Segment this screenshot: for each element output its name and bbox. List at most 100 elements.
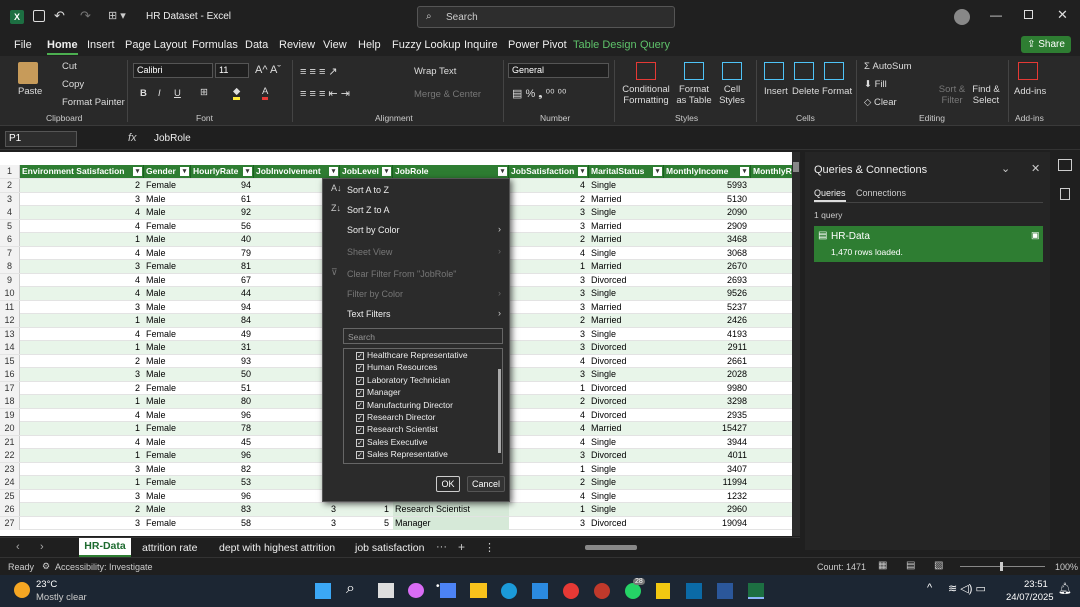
cell-q[interactable]: 1 — [509, 503, 587, 516]
row-header[interactable]: 17 — [0, 381, 20, 395]
align-top-icon[interactable]: ≡ ≡ ≡ ↗ — [300, 65, 338, 78]
header-environment-satisfaction[interactable]: Environment Satisfaction ▾ — [20, 165, 144, 178]
cell-m[interactable]: 84 — [191, 314, 253, 327]
app-icon[interactable] — [594, 583, 610, 599]
pinned-app-icon[interactable] — [686, 583, 702, 599]
word-icon[interactable] — [717, 583, 733, 599]
bold-icon[interactable]: B — [140, 88, 147, 99]
autosum-button[interactable]: Σ AutoSum — [864, 61, 912, 72]
row-header[interactable]: 23 — [0, 462, 20, 476]
cell-q[interactable]: 3 — [509, 341, 587, 354]
cell-r[interactable]: Single — [589, 179, 664, 192]
checkbox-checked-icon[interactable]: ✓ — [356, 438, 364, 447]
start-icon[interactable] — [315, 583, 331, 599]
whatsapp-icon[interactable] — [625, 583, 641, 599]
cell-r[interactable]: Married — [589, 233, 664, 246]
cell-s[interactable]: 3407 — [664, 463, 749, 476]
clear-button[interactable]: ◇ Clear — [864, 97, 897, 108]
row-header[interactable]: 16 — [0, 368, 20, 381]
cell-l[interactable]: Female — [144, 382, 191, 395]
row-header[interactable]: 1 — [0, 165, 20, 178]
filter-option[interactable]: ✓ Sales Representative — [356, 449, 448, 459]
grow-font-icon[interactable]: A^ Aˇ — [255, 64, 281, 76]
cell-r[interactable]: Divorced — [589, 395, 664, 408]
italic-icon[interactable]: I — [158, 88, 161, 99]
cell-s[interactable]: 3944 — [664, 436, 749, 449]
row-header[interactable]: 2 — [0, 179, 20, 192]
cell-p[interactable]: Manager — [393, 516, 509, 530]
paste-icon[interactable] — [18, 62, 38, 84]
cell-k[interactable]: 3 — [20, 368, 142, 381]
filter-dropdown-icon[interactable]: ▾ — [329, 167, 338, 176]
checkbox-checked-icon[interactable]: ✓ — [356, 351, 364, 360]
cell-r[interactable]: Single — [589, 247, 664, 260]
row-header[interactable]: 9 — [0, 273, 20, 287]
menu-home[interactable]: Home — [47, 39, 78, 55]
cell-m[interactable]: 45 — [191, 436, 253, 449]
sort-filter-button[interactable]: Sort & Filter — [934, 84, 970, 106]
font-name-select[interactable]: Calibri — [133, 63, 213, 78]
add-ins-button[interactable]: Add-ins — [1014, 86, 1046, 97]
format-painter-button[interactable]: Format Painter — [62, 97, 125, 108]
restore-icon[interactable] — [1024, 10, 1033, 19]
cell-k[interactable]: 4 — [20, 220, 142, 233]
text-filters[interactable]: Text Filters — [347, 309, 391, 319]
cell-s[interactable]: 15427 — [664, 422, 749, 435]
cell-m[interactable]: 31 — [191, 341, 253, 354]
cell-s[interactable]: 3298 — [664, 395, 749, 408]
cell-k[interactable]: 3 — [20, 260, 142, 273]
cell-m[interactable]: 58 — [191, 517, 253, 530]
cell-l[interactable]: Male — [144, 301, 191, 314]
cell-k[interactable]: 4 — [20, 409, 142, 422]
zoom-slider[interactable] — [960, 562, 1045, 571]
cell-s[interactable]: 19094 — [664, 517, 749, 530]
cell-q[interactable]: 4 — [509, 355, 587, 368]
cancel-button[interactable]: Cancel — [467, 476, 505, 492]
cell-r[interactable]: Married — [589, 260, 664, 273]
cell-l[interactable]: Male — [144, 355, 191, 368]
cell-r[interactable]: Married — [589, 193, 664, 206]
filter-dropdown-icon[interactable]: ▾ — [653, 167, 662, 176]
cell-q[interactable]: 1 — [509, 463, 587, 476]
cell-q[interactable]: 1 — [509, 382, 587, 395]
menu-review[interactable]: Review — [279, 39, 315, 51]
share-button[interactable]: ⇪ Share — [1021, 36, 1071, 53]
cell-m[interactable]: 49 — [191, 328, 253, 341]
cell-s[interactable]: 2090 — [664, 206, 749, 219]
power-bi-icon[interactable] — [656, 583, 670, 599]
insert-cells-icon[interactable] — [764, 62, 784, 80]
cell-l[interactable]: Male — [144, 368, 191, 381]
cell-q[interactable]: 4 — [509, 490, 587, 503]
cell-r[interactable]: Divorced — [589, 409, 664, 422]
cell-r[interactable]: Divorced — [589, 355, 664, 368]
more-sheets-icon[interactable]: ··· — [436, 541, 447, 553]
cell-l[interactable]: Male — [144, 193, 191, 206]
format-cells-icon[interactable] — [824, 62, 844, 80]
cell-m[interactable]: 61 — [191, 193, 253, 206]
row-header[interactable]: 22 — [0, 449, 20, 462]
add-sheet-icon[interactable]: + — [458, 540, 465, 554]
copy-button[interactable]: Copy — [62, 79, 84, 90]
filter-dropdown-icon[interactable]: ▾ — [382, 167, 391, 176]
cell-l[interactable]: Male — [144, 314, 191, 327]
cell-m[interactable]: 94 — [191, 301, 253, 314]
cell-m[interactable]: 44 — [191, 287, 253, 300]
header-job-satisfaction[interactable]: JobSatisfaction ▾ — [509, 165, 589, 178]
cell-k[interactable]: 4 — [20, 328, 142, 341]
cell-m[interactable]: 96 — [191, 449, 253, 462]
avatar[interactable] — [954, 9, 970, 25]
zoom-thumb[interactable] — [1000, 562, 1003, 571]
formula-input[interactable]: JobRole — [154, 133, 191, 144]
sheet-tab-dept-attrition[interactable]: dept with highest attrition — [219, 542, 335, 554]
cell-k[interactable]: 2 — [20, 355, 142, 368]
cell-l[interactable]: Female — [144, 476, 191, 489]
cell-m[interactable]: 51 — [191, 382, 253, 395]
vertical-scrollbar[interactable] — [792, 152, 800, 536]
cell-k[interactable]: 4 — [20, 274, 142, 287]
file-explorer-icon[interactable] — [470, 583, 487, 598]
row-header[interactable]: 10 — [0, 287, 20, 300]
header-job-role[interactable]: JobRole ▾ — [393, 165, 509, 178]
queries-panel-icon[interactable] — [1058, 159, 1072, 171]
cell-q[interactable]: 3 — [509, 206, 587, 219]
cell-k[interactable]: 3 — [20, 301, 142, 314]
